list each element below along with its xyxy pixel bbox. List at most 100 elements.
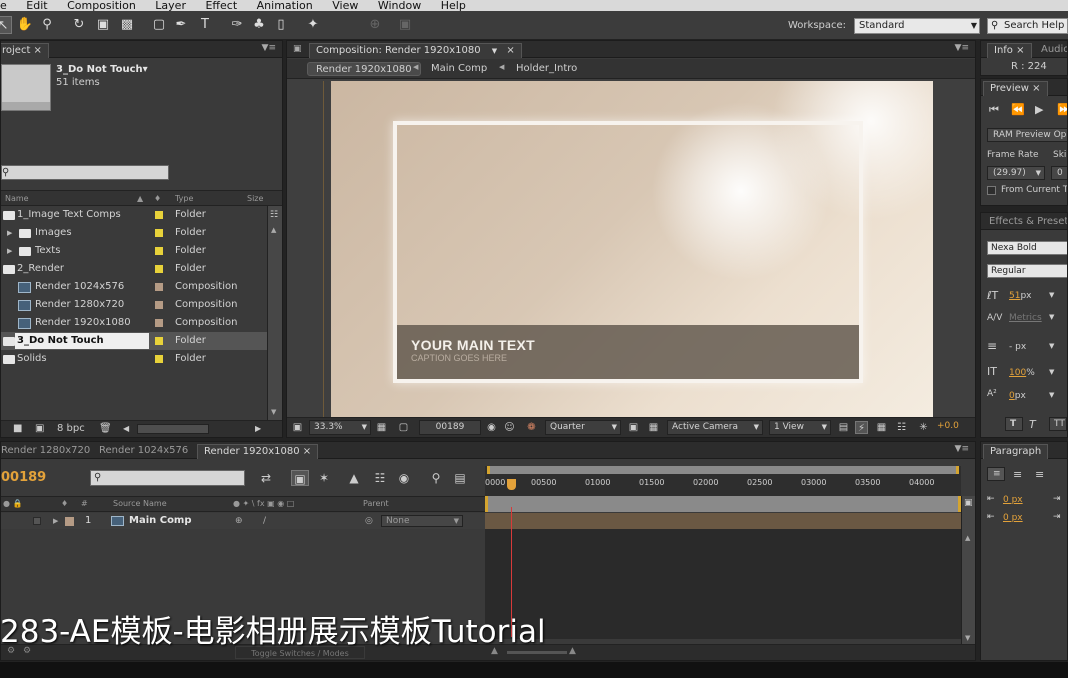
motion-blur-icon[interactable]: ◉ xyxy=(395,470,413,486)
new-comp-icon[interactable]: ▣ xyxy=(35,421,44,437)
list-item[interactable]: 1_Image Text Comps Folder xyxy=(1,206,267,224)
flowchart-icon[interactable]: ☷ xyxy=(895,421,908,434)
rectangle-tool-icon[interactable]: ▢ xyxy=(150,16,168,34)
comp-button-icon[interactable]: ▣ xyxy=(964,498,973,508)
hand-tool-icon[interactable]: ✋ xyxy=(16,16,34,34)
tab-composition[interactable]: Composition: Render 1920x1080 ▼ × xyxy=(309,43,522,58)
indent-left-field[interactable]: 0 px xyxy=(1003,495,1023,505)
breadcrumb-render-comp[interactable]: Render 1920x1080 xyxy=(307,62,421,76)
kerning-field[interactable]: Metrics xyxy=(1009,313,1042,323)
panel-menu-icon[interactable]: ▼≡ xyxy=(955,43,969,53)
scroll-down-icon[interactable]: ▼ xyxy=(271,408,276,416)
selected-item-name[interactable]: 3_Do Not Touch▾ xyxy=(56,64,148,75)
vertical-scale-field[interactable]: 100% xyxy=(1009,368,1035,378)
column-source-name[interactable]: Source Name xyxy=(113,497,167,511)
first-frame-icon[interactable]: ⏮ xyxy=(989,103,999,117)
view-layout-select[interactable]: 1 View ▼ xyxy=(769,420,831,435)
current-time-indicator[interactable] xyxy=(507,479,516,490)
selection-tool-icon[interactable]: ↖ xyxy=(0,16,12,34)
exposure-value[interactable]: +0.0 xyxy=(937,421,959,431)
snapshot-icon[interactable]: ◉ xyxy=(485,421,498,434)
expand-triangle-icon[interactable]: ▶ xyxy=(53,513,58,529)
current-time-field[interactable]: 00189 xyxy=(419,420,481,435)
list-item[interactable]: Solids Folder xyxy=(1,350,267,368)
graph-editor-icon[interactable]: ⚲ xyxy=(427,470,445,486)
type-tool-icon[interactable]: T xyxy=(196,16,214,34)
menu-item-animation[interactable]: Animation xyxy=(257,0,313,11)
timeline-track-area[interactable] xyxy=(485,529,961,639)
draft-3d-icon[interactable]: ✶ xyxy=(315,470,333,486)
tab-render-1024[interactable]: Render 1024x576 xyxy=(93,444,194,459)
rotate-tool-icon[interactable]: ↻ xyxy=(70,16,88,34)
close-icon[interactable]: × xyxy=(34,45,42,56)
chevron-down-icon[interactable]: ▼ xyxy=(1049,368,1054,376)
tab-audio[interactable]: Audio xyxy=(1035,43,1067,58)
column-type[interactable]: Type xyxy=(175,191,193,206)
frame-rate-select[interactable]: (29.97) ▼ xyxy=(987,166,1045,180)
pen-tool-icon[interactable]: ✒ xyxy=(172,16,190,34)
chevron-down-icon[interactable]: ▼ xyxy=(1049,291,1054,299)
tab-paragraph[interactable]: Paragraph xyxy=(983,444,1049,459)
list-item[interactable]: ▶ Images Folder xyxy=(1,224,267,242)
tab-info[interactable]: Info × xyxy=(987,43,1032,58)
expand-triangle-icon[interactable]: ▶ xyxy=(7,242,12,260)
project-scrollbar[interactable]: ☷ ▲ ▼ xyxy=(267,206,282,420)
close-icon[interactable]: × xyxy=(303,446,311,457)
work-area-bar[interactable] xyxy=(487,466,959,474)
fast-previews-icon[interactable]: ⚡ xyxy=(855,421,868,434)
trash-icon[interactable]: 🗑 xyxy=(99,421,112,437)
ram-preview-options[interactable]: RAM Preview Op xyxy=(987,128,1067,142)
horizontal-scrollbar-thumb[interactable] xyxy=(137,424,209,434)
current-time-display[interactable]: 00189 xyxy=(1,470,46,485)
label-color-swatch[interactable] xyxy=(155,211,163,219)
align-left-icon[interactable]: ≡ xyxy=(987,467,1005,481)
breadcrumb-holder-intro[interactable]: Holder_Intro xyxy=(508,62,585,76)
list-item[interactable]: Render 1920x1080 Composition xyxy=(1,314,267,332)
menu-item-file[interactable]: e xyxy=(0,0,7,11)
faux-italic-button[interactable]: T xyxy=(1029,418,1036,431)
pixel-aspect-icon[interactable]: ▤ xyxy=(837,421,850,434)
list-item[interactable]: Render 1024x576 Composition xyxy=(1,278,267,296)
label-color-swatch[interactable] xyxy=(155,283,163,291)
scroll-down-icon[interactable]: ▼ xyxy=(965,634,970,642)
list-item[interactable]: Render 1280x720 Composition xyxy=(1,296,267,314)
zoom-tool-icon[interactable]: ⚲ xyxy=(38,16,56,34)
pick-whip-icon[interactable]: ◎ xyxy=(365,513,373,529)
grid-icon[interactable]: ▦ xyxy=(375,421,388,434)
quality-switch-icon[interactable]: / xyxy=(263,513,266,529)
mask-visibility-icon[interactable]: ▢ xyxy=(397,421,410,434)
menu-item-view[interactable]: View xyxy=(332,0,358,11)
region-of-interest-icon[interactable]: ▣ xyxy=(627,421,640,434)
live-update-icon[interactable]: ▣ xyxy=(291,470,309,486)
all-caps-button[interactable]: TT xyxy=(1049,417,1067,431)
exposure-icon[interactable]: ✳ xyxy=(917,421,930,434)
layer-name[interactable]: Main Comp xyxy=(129,513,192,529)
panel-menu-icon[interactable]: ▼≡ xyxy=(262,43,276,53)
play-icon[interactable]: ▶ xyxy=(1035,103,1043,116)
from-current-checkbox[interactable] xyxy=(987,186,996,195)
bpc-label[interactable]: 8 bpc xyxy=(57,421,85,437)
scroll-up-icon[interactable]: ▲ xyxy=(965,534,970,542)
font-family-select[interactable]: Nexa Bold xyxy=(987,241,1067,255)
indent-first-field[interactable]: 0 px xyxy=(1003,513,1023,523)
font-style-select[interactable]: Regular xyxy=(987,264,1067,278)
label-color-swatch[interactable] xyxy=(155,319,163,327)
close-icon[interactable]: × xyxy=(1032,83,1040,94)
column-name[interactable]: Name xyxy=(5,191,29,206)
hierarchy-icon[interactable]: ☷ xyxy=(270,210,278,220)
brainstorm-icon[interactable]: ▤ xyxy=(451,470,469,486)
eraser-tool-icon[interactable]: ▯ xyxy=(272,16,290,34)
brush-tool-icon[interactable]: ✑ xyxy=(228,16,246,34)
camera-tool-icon[interactable]: ▣ xyxy=(94,16,112,34)
menu-item-window[interactable]: Window xyxy=(378,0,421,11)
menu-item-help[interactable]: Help xyxy=(441,0,466,11)
close-icon[interactable]: × xyxy=(506,45,514,56)
video-switch[interactable] xyxy=(33,517,41,525)
column-parent[interactable]: Parent xyxy=(363,497,389,511)
tab-preview[interactable]: Preview × xyxy=(983,81,1048,96)
align-right-icon[interactable]: ≡ xyxy=(1035,468,1044,481)
label-color-swatch[interactable] xyxy=(155,265,163,273)
tab-render-1280[interactable]: Render 1280x720 xyxy=(1,444,96,459)
composition-viewer[interactable]: YOUR MAIN TEXT CAPTION GOES HERE xyxy=(287,79,975,417)
label-color-swatch[interactable] xyxy=(155,229,163,237)
